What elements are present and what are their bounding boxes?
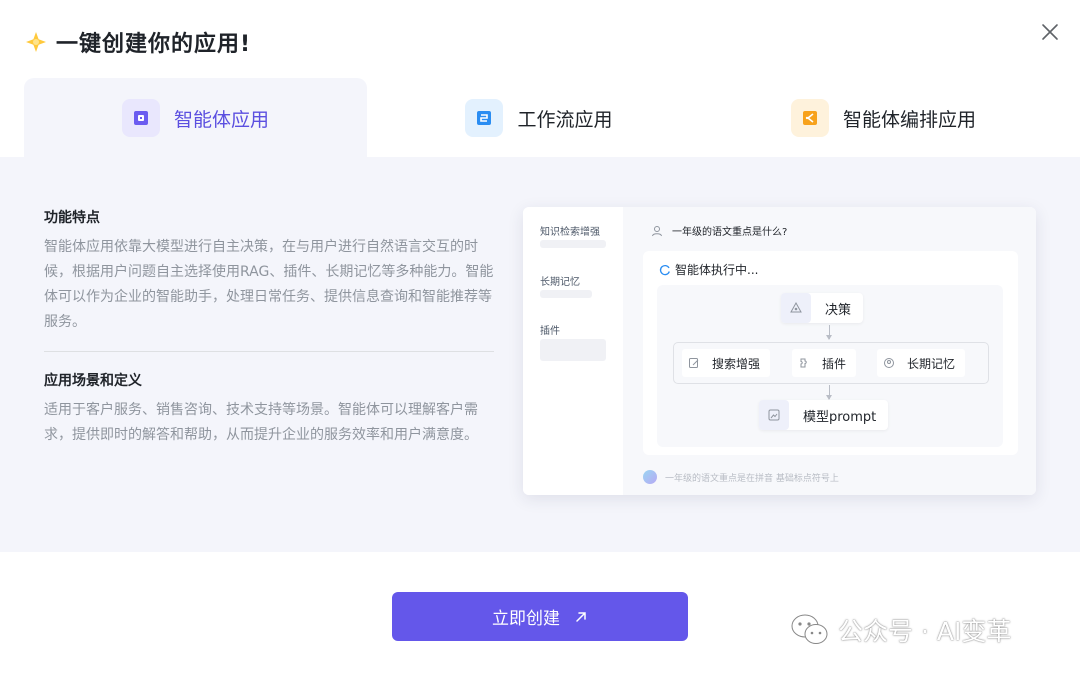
tab-label: 智能体编排应用	[842, 108, 976, 131]
flow-node-decision: 决策	[781, 293, 864, 323]
description-column: 功能特点 智能体应用依靠大模型进行自主决策，在与用户进行自然语言交互的时候，根据…	[44, 207, 494, 448]
flow-arrow	[826, 325, 832, 340]
decision-icon	[781, 293, 811, 323]
app-type-tabs: 智能体应用 工作流应用 智能体编排应用	[24, 78, 1056, 158]
flow-arrow	[826, 385, 832, 400]
flow-node-label: 插件	[822, 356, 847, 371]
flow-node-plugin: 插件	[792, 349, 857, 377]
flow-node-search: 搜索增强	[682, 349, 771, 377]
question-text: 一年级的语文重点是什么?	[672, 227, 788, 238]
preview-input-bar: 一年级的语文重点是在拼音 基础标点符号上	[643, 465, 1018, 489]
flow-node-label: 模型prompt	[803, 409, 877, 425]
watermark-text: 公众号 · AI变革	[838, 617, 1012, 646]
agent-flow-diagram: 决策 搜索增强 插件 长期记忆 模型prompt	[657, 285, 1003, 447]
plugin-icon	[792, 349, 816, 377]
sparkle-star-icon	[26, 32, 46, 52]
preview-response-card: 智能体执行中... 决策 搜索增强 插件 长期记忆 模型prompt	[643, 251, 1018, 455]
divider	[44, 351, 494, 352]
flow-node-memory: 长期记忆	[877, 349, 966, 377]
close-icon[interactable]	[1040, 22, 1060, 42]
dialog-header: 一键创建你的应用!	[24, 24, 251, 60]
dialog-title: 一键创建你的应用!	[56, 32, 252, 57]
input-hint: 一年级的语文重点是在拼音 基础标点符号上	[665, 473, 839, 484]
ai-avatar-icon	[643, 470, 657, 484]
tab-label: 智能体应用	[173, 108, 269, 131]
preview-chat: 一年级的语文重点是什么? 智能体执行中... 决策 搜索增强 插件 长期记忆 模…	[623, 207, 1036, 495]
agent-orchestration-icon	[790, 99, 829, 137]
preview-sidebar-item: 知识检索增强	[540, 227, 600, 238]
watermark: 公众号 · AI变革	[790, 612, 1011, 648]
skeleton-line	[540, 290, 592, 298]
features-title: 功能特点	[44, 210, 100, 226]
flow-node-model: 模型prompt	[759, 400, 889, 430]
scenarios-body: 适用于客户服务、销售咨询、技术支持等场景。智能体可以理解客户需求，提供即时的解答…	[44, 402, 478, 443]
create-now-label: 立即创建	[492, 609, 560, 629]
features-body: 智能体应用依靠大模型进行自主决策，在与用户进行自然语言交互的时候，根据用户问题自…	[44, 239, 494, 330]
search-enhance-icon	[682, 349, 706, 377]
loading-icon	[659, 264, 670, 275]
arrow-up-right-icon	[576, 611, 586, 622]
workflow-app-icon	[465, 99, 504, 137]
user-icon	[652, 225, 662, 236]
status-text: 智能体执行中...	[675, 263, 759, 277]
flow-node-label: 搜索增强	[712, 356, 761, 371]
wechat-icon	[791, 614, 828, 644]
flow-tools-group: 搜索增强 插件 长期记忆	[673, 342, 989, 384]
agent-app-icon	[121, 99, 160, 137]
preview-question: 一年级的语文重点是什么?	[651, 223, 787, 238]
preview-illustration: 知识检索增强 长期记忆 插件 一年级的语文重点是什么? 智能体执行中... 决策…	[523, 207, 1036, 495]
preview-sidebar-item: 插件	[540, 326, 560, 337]
memory-icon	[877, 349, 901, 377]
tab-label: 工作流应用	[517, 108, 613, 131]
skeleton-line	[540, 240, 606, 248]
skeleton-block	[540, 339, 606, 361]
content-panel: 功能特点 智能体应用依靠大模型进行自主决策，在与用户进行自然语言交互的时候，根据…	[0, 157, 1080, 552]
flow-node-label: 决策	[825, 302, 852, 318]
model-icon	[759, 400, 789, 430]
scenarios-title: 应用场景和定义	[44, 373, 142, 389]
preview-sidebar: 知识检索增强 长期记忆 插件	[523, 207, 623, 495]
create-now-button[interactable]: 立即创建	[392, 592, 688, 641]
tab-workflow-app[interactable]: 工作流应用	[367, 78, 711, 158]
preview-sidebar-item: 长期记忆	[540, 277, 580, 288]
flow-node-label: 长期记忆	[907, 356, 956, 371]
tab-agent-app[interactable]: 智能体应用	[24, 78, 367, 158]
agent-status: 智能体执行中...	[659, 261, 758, 278]
tab-agent-orchestration-app[interactable]: 智能体编排应用	[711, 78, 1056, 158]
